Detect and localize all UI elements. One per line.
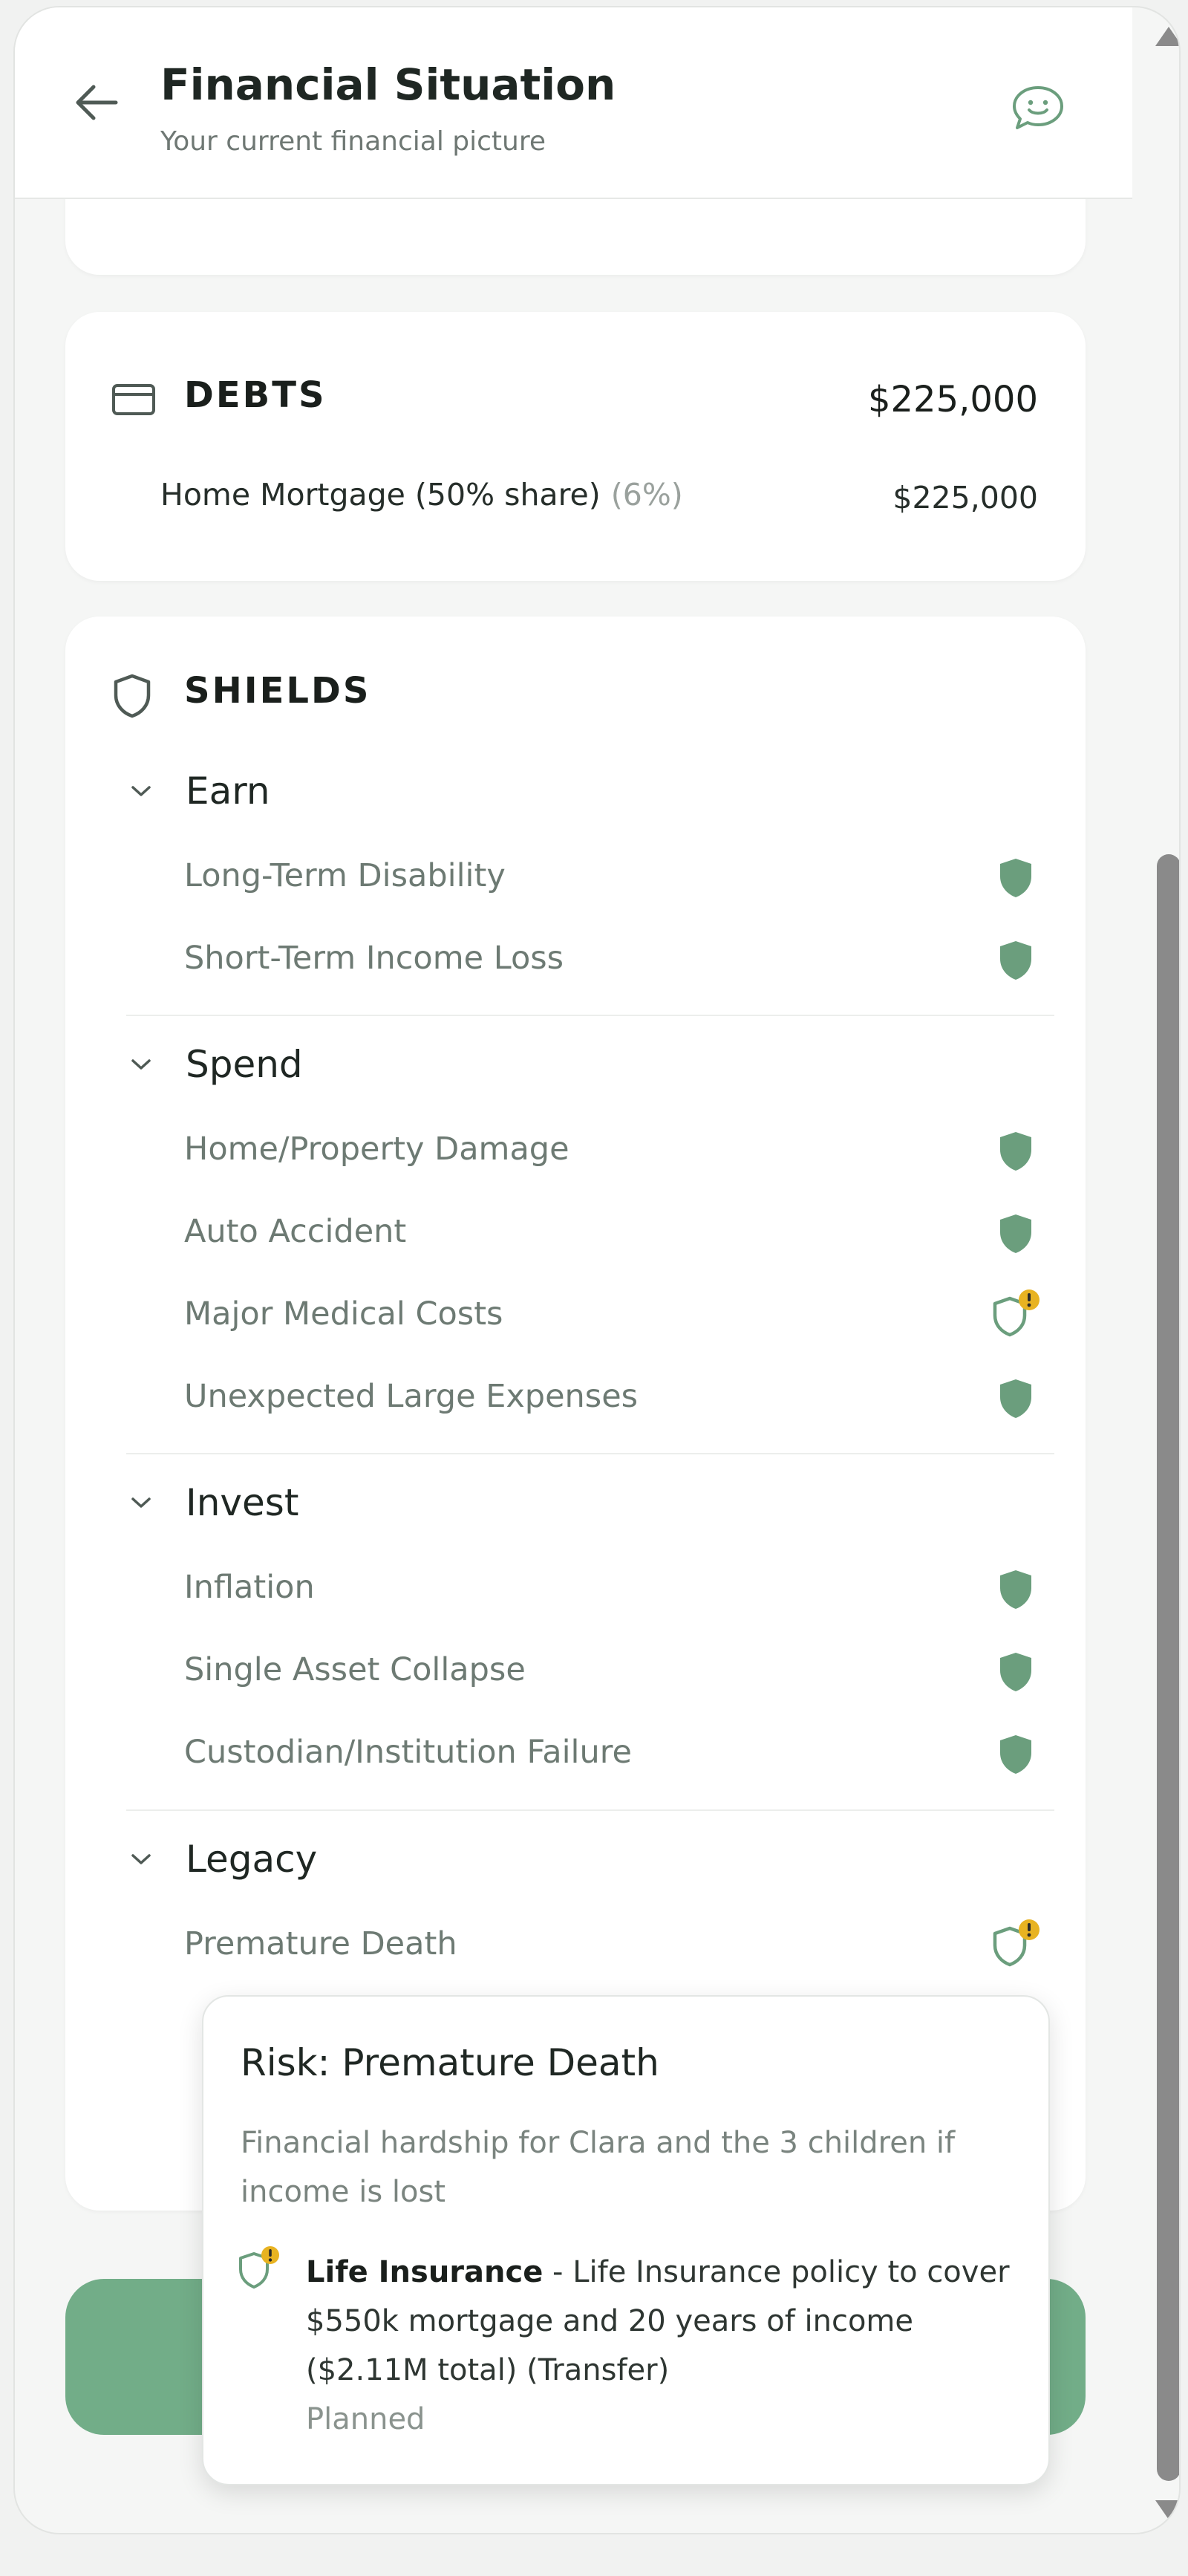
group-label-legacy: Legacy	[186, 1838, 318, 1881]
shield-row-custodian-institution-failure[interactable]: Custodian/Institution Failure	[184, 1723, 1045, 1786]
shield-outline-icon	[111, 673, 153, 722]
group-label-spend: Spend	[186, 1043, 303, 1086]
debt-item-name: Home Mortgage (50% share)	[160, 477, 601, 513]
chevron-down-icon	[126, 776, 156, 806]
risk-label: Auto Accident	[184, 1213, 407, 1250]
mitigation-name: Life Insurance	[306, 2255, 544, 2289]
debt-item-value: $225,000	[892, 480, 1038, 515]
shield-filled-icon	[986, 929, 1045, 992]
chat-button[interactable]	[1002, 74, 1074, 146]
page-subtitle: Your current financial picture	[160, 126, 546, 157]
risk-label: Long-Term Disability	[184, 857, 506, 894]
shield-row-inflation[interactable]: Inflation	[184, 1558, 1045, 1621]
scroll-up-arrow[interactable]	[1155, 27, 1179, 46]
debts-title: DEBTS	[184, 374, 327, 416]
debt-item-rate: (6%)	[610, 477, 683, 513]
group-header-legacy[interactable]: Legacy	[126, 1833, 317, 1885]
mitigation-status: Planned	[306, 2402, 425, 2436]
chevron-down-icon	[126, 1488, 156, 1518]
risk-label: Unexpected Large Expenses	[184, 1378, 639, 1415]
credit-card-icon	[111, 383, 156, 419]
shields-card: SHIELDS Earn Long-Term Disability Short-…	[65, 617, 1086, 2211]
group-header-earn[interactable]: Earn	[126, 765, 270, 817]
shield-filled-icon	[986, 1723, 1045, 1786]
risk-label: Single Asset Collapse	[184, 1651, 526, 1688]
shield-warning-icon	[235, 2245, 285, 2298]
group-divider	[126, 1809, 1054, 1811]
shield-filled-icon	[986, 1641, 1045, 1703]
shield-row-short-term-income-loss[interactable]: Short-Term Income Loss	[184, 929, 1045, 992]
debts-total: $225,000	[867, 379, 1038, 420]
scroll-down-arrow[interactable]	[1155, 2500, 1179, 2520]
arrow-left-icon	[73, 82, 120, 126]
shield-warning-icon	[986, 1285, 1045, 1347]
group-label-earn: Earn	[186, 770, 270, 813]
group-divider	[126, 1453, 1054, 1454]
chevron-down-icon	[126, 1844, 156, 1874]
debt-item-label: Home Mortgage (50% share) (6%)	[160, 477, 683, 513]
page-title: Financial Situation	[160, 59, 616, 110]
risk-label: Home/Property Damage	[184, 1131, 569, 1168]
group-header-spend[interactable]: Spend	[126, 1038, 303, 1090]
risk-label: Short-Term Income Loss	[184, 940, 564, 977]
risk-tooltip: Risk: Premature Death Financial hardship…	[202, 1995, 1050, 2485]
shield-row-premature-death[interactable]: Premature Death	[184, 1915, 1045, 1977]
app-header: Financial Situation Your current financi…	[15, 7, 1132, 199]
app-frame: Savings $222,500 DEBTS $225,000 Home Mor…	[13, 6, 1181, 2534]
shield-filled-icon	[986, 847, 1045, 909]
group-divider	[126, 1015, 1054, 1016]
shield-filled-icon	[986, 1203, 1045, 1265]
shield-row-single-asset-collapse[interactable]: Single Asset Collapse	[184, 1641, 1045, 1703]
group-label-invest: Invest	[186, 1481, 299, 1524]
shield-row-long-term-disability[interactable]: Long-Term Disability	[184, 847, 1045, 909]
debts-card: DEBTS $225,000 Home Mortgage (50% share)…	[65, 312, 1086, 581]
tooltip-mitigation: Life Insurance - Life Insurance policy t…	[306, 2248, 1019, 2444]
shield-filled-icon	[986, 1367, 1045, 1430]
risk-label: Premature Death	[184, 1925, 457, 1962]
shield-row-auto-accident[interactable]: Auto Accident	[184, 1203, 1045, 1265]
shield-row-unexpected-large-expenses[interactable]: Unexpected Large Expenses	[184, 1367, 1045, 1430]
back-button[interactable]	[67, 74, 126, 134]
shields-title: SHIELDS	[184, 670, 371, 712]
chat-smile-icon	[1010, 83, 1066, 137]
tooltip-description: Financial hardship for Clara and the 3 c…	[241, 2126, 956, 2209]
scrollbar-thumb[interactable]	[1157, 854, 1179, 2481]
shield-warning-icon	[986, 1915, 1045, 1977]
tooltip-title: Risk: Premature Death	[241, 2041, 659, 2084]
group-header-invest[interactable]: Invest	[126, 1477, 298, 1529]
risk-label: Major Medical Costs	[184, 1295, 503, 1333]
shield-row-home-property-damage[interactable]: Home/Property Damage	[184, 1120, 1045, 1183]
shield-filled-icon	[986, 1120, 1045, 1183]
shield-filled-icon	[986, 1558, 1045, 1621]
chevron-down-icon	[126, 1050, 156, 1079]
shield-row-major-medical-costs[interactable]: Major Medical Costs	[184, 1285, 1045, 1347]
risk-label: Inflation	[184, 1569, 315, 1606]
risk-label: Custodian/Institution Failure	[184, 1734, 632, 1771]
